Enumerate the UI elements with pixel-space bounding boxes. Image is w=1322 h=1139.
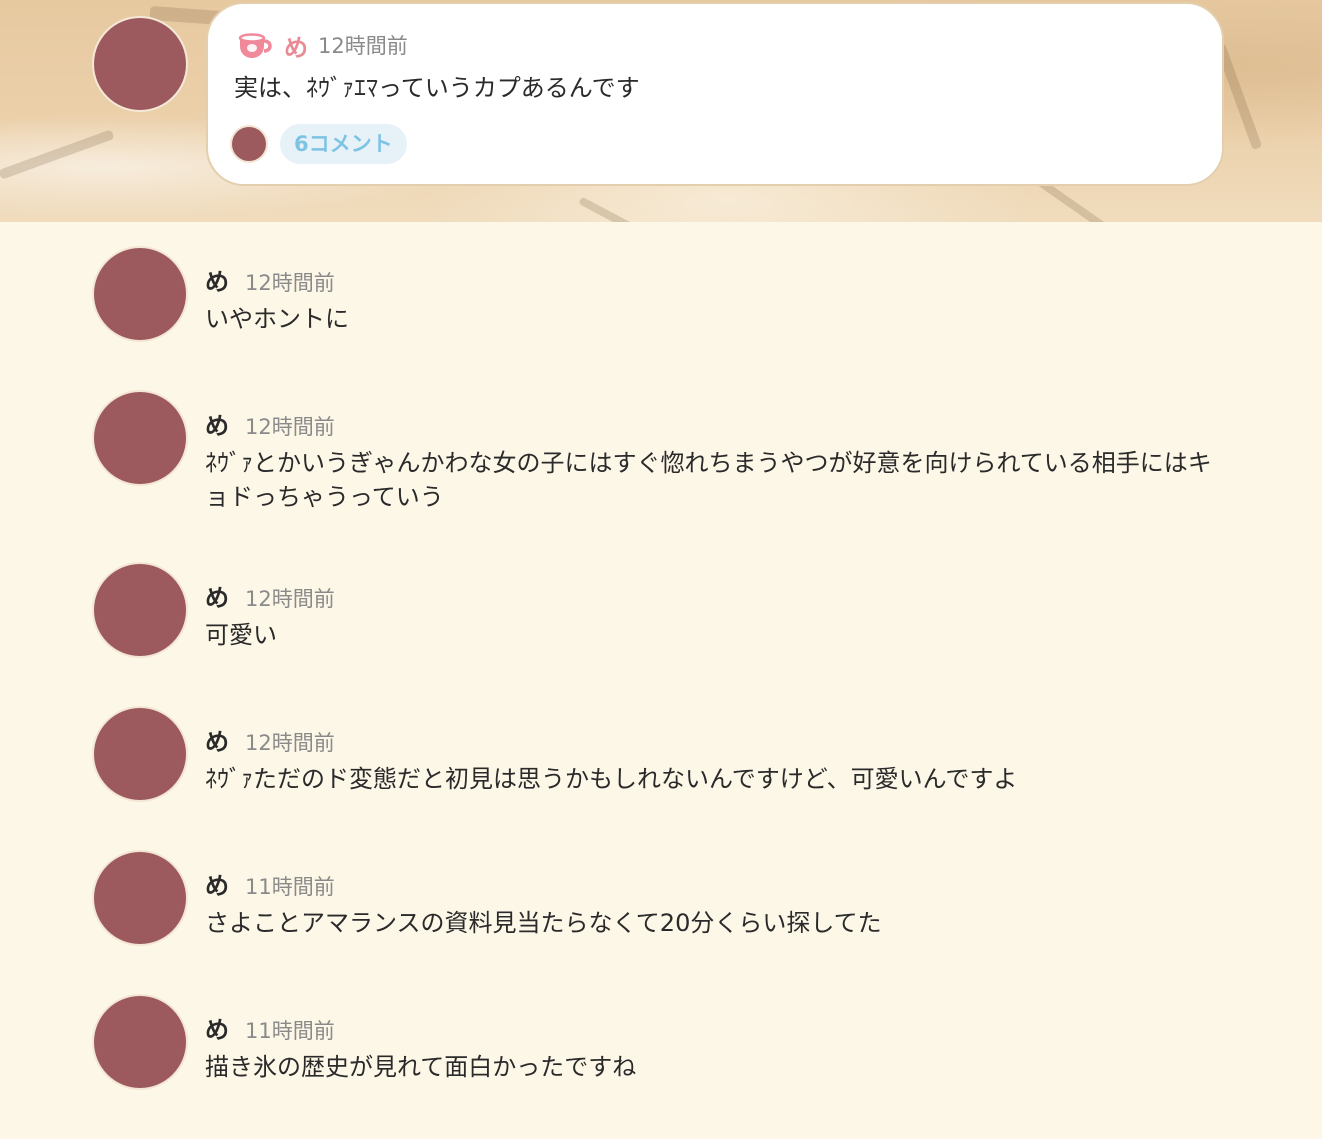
comment-header: め 12時間前	[205, 578, 335, 613]
comment-text: 可愛い	[205, 621, 277, 649]
post-header: め 12時間前	[236, 28, 408, 63]
comment-timestamp: 12時間前	[245, 731, 335, 755]
comment-author-avatar[interactable]	[94, 392, 186, 484]
comment-author-name[interactable]: め	[205, 1010, 229, 1045]
post-text: 実は、ﾈｳﾞｧｴﾏっていうカプあるんです	[234, 74, 640, 102]
comment-text: 描き氷の歴史が見れて面白かったですね	[205, 1053, 637, 1081]
comment-author-name[interactable]: め	[205, 866, 229, 901]
commenter-avatar	[232, 127, 266, 161]
comment-author-name[interactable]: め	[205, 406, 229, 441]
comment-timestamp: 12時間前	[245, 415, 335, 439]
post-author-name[interactable]: め	[284, 28, 308, 63]
teacup-icon	[236, 30, 276, 60]
comment-author-name[interactable]: め	[205, 722, 229, 757]
comment-text: さよことアマランスの資料見当たらなくて20分くらい探してた	[205, 909, 882, 937]
comment-author-name[interactable]: め	[205, 262, 229, 297]
comment-header: め 11時間前	[205, 1010, 335, 1045]
comment-text: ﾈｳﾞｧただのド変態だと初見は思うかもしれないんですけど、可愛いんですよ	[205, 765, 1018, 793]
post-author-avatar[interactable]	[94, 18, 186, 110]
comment-timestamp: 11時間前	[245, 1019, 335, 1043]
comment-text: ﾈｳﾞｧとかいうぎゃんかわな女の子にはすぐ惚れちまうやつが好意を向けられている相…	[205, 449, 1212, 511]
post-card[interactable]: め 12時間前 実は、ﾈｳﾞｧｴﾏっていうカプあるんです 6コメント	[206, 2, 1224, 186]
comment-header: め 12時間前	[205, 262, 335, 297]
comment-timestamp: 12時間前	[245, 271, 335, 295]
comment-author-name[interactable]: め	[205, 578, 229, 613]
post-timestamp: 12時間前	[318, 34, 408, 58]
comment-count-button[interactable]: 6コメント	[280, 124, 407, 164]
comment-author-avatar[interactable]	[94, 996, 186, 1088]
comment-author-avatar[interactable]	[94, 852, 186, 944]
comment-author-avatar[interactable]	[94, 708, 186, 800]
comment-header: め 11時間前	[205, 866, 335, 901]
comment-author-avatar[interactable]	[94, 564, 186, 656]
comment-text: いやホントに	[205, 305, 349, 333]
comment-timestamp: 12時間前	[245, 587, 335, 611]
comment-timestamp: 11時間前	[245, 875, 335, 899]
comment-header: め 12時間前	[205, 406, 335, 441]
comment-author-avatar[interactable]	[94, 248, 186, 340]
comment-header: め 12時間前	[205, 722, 335, 757]
post-footer: 6コメント	[232, 124, 407, 164]
